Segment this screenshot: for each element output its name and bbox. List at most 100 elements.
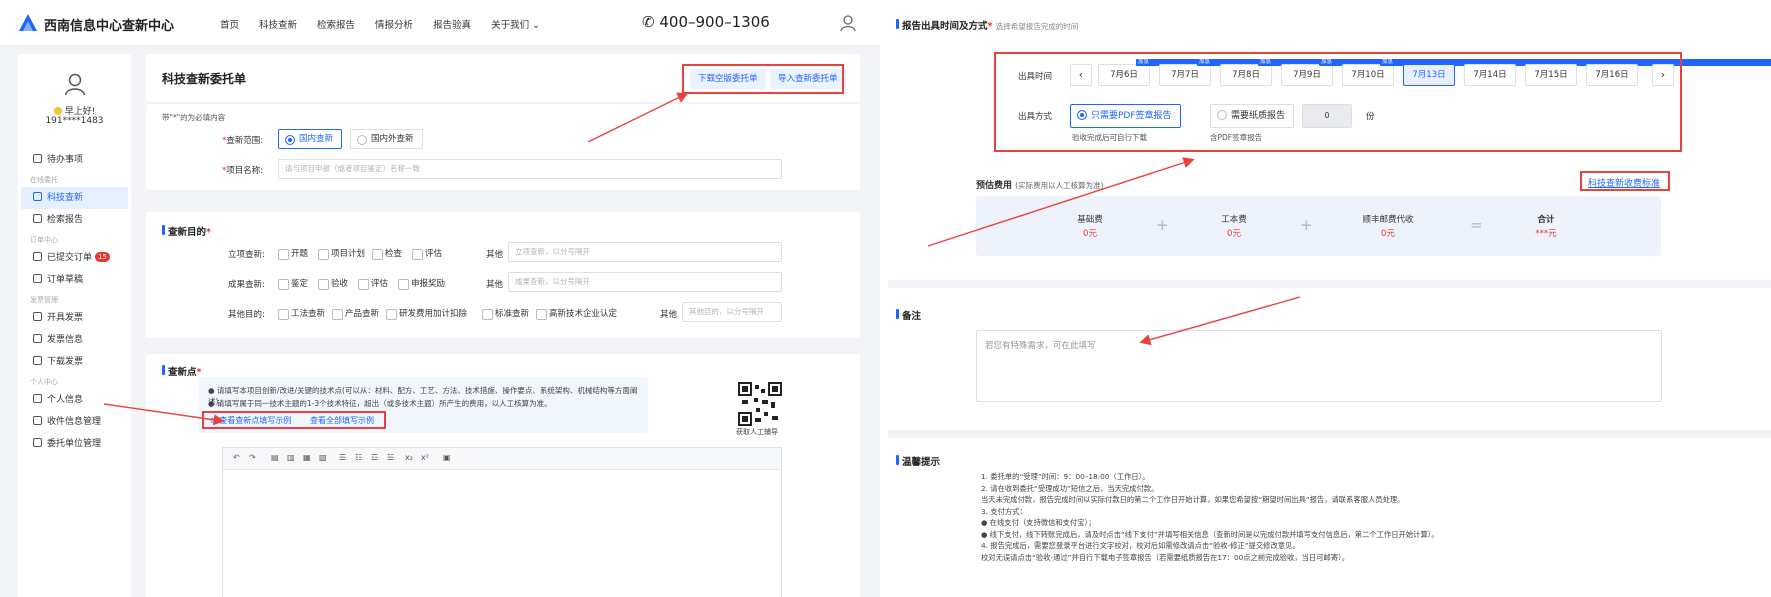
nav-retrieval[interactable]: 检索报告 — [317, 17, 355, 31]
right-screenshot-panel: 报告出具时间及方式* 选择希望报告完成的时间 出具时间 ‹ 7月6日 加急 7月7日… — [888, 0, 1771, 597]
purpose-row1-opt[interactable]: 检查 — [372, 248, 402, 260]
sidebar-item-download-invoice[interactable]: 下载发票 — [21, 351, 128, 373]
nav-home[interactable]: 首页 — [220, 17, 239, 31]
editor-toolbar: ↶ ↷ ▤ ▥ ▦ ▧ ☰ ☷ ☲ ☱ x₂ x² ▣ — [223, 448, 781, 470]
qr-caption: 获取人工辅导 — [736, 428, 778, 436]
ordered-list-icon[interactable]: ☰ — [339, 453, 346, 462]
fee-shipping-value: 0元 — [1381, 229, 1395, 239]
align-right-icon[interactable]: ▦ — [303, 453, 311, 462]
annotation-box — [1580, 171, 1670, 191]
sidebar-item-profile[interactable]: 个人信息 — [21, 389, 128, 411]
tip-line: 1. 委托单的“受理”时间：9：00–18:00（工作日）。 — [981, 472, 1150, 481]
purpose-row3-opt[interactable]: 研发费用加计扣除 — [386, 308, 467, 320]
menu-group-invoice: 发票管理 — [30, 296, 58, 304]
rich-text-editor[interactable]: ↶ ↷ ▤ ▥ ▦ ▧ ☰ ☷ ☲ ☱ x₂ x² ▣ — [222, 447, 782, 597]
page-title: 科技查新委托单 — [162, 72, 247, 86]
purpose-row1-opt[interactable]: 开题 — [278, 248, 308, 260]
scope-foreign-radio[interactable]: 国内外查新 — [350, 129, 423, 149]
report-time-card: 报告出具时间及方式* 选择希望报告完成的时间 出具时间 ‹ 7月6日 加急 7月7日… — [888, 0, 1771, 280]
purpose-row2-opt[interactable]: 鉴定 — [278, 278, 308, 290]
purpose-row2-other-input[interactable]: 成果查新，以分号隔开 — [508, 272, 782, 292]
profile-icon — [33, 394, 42, 403]
draft-icon — [33, 274, 42, 283]
sidebar-item-label: 待办事项 — [47, 155, 84, 165]
align-justify-icon[interactable]: ▧ — [319, 453, 327, 462]
indent-icon[interactable]: ☲ — [371, 453, 378, 462]
purpose-row2-opt[interactable]: 验收 — [318, 278, 348, 290]
nav-scitech[interactable]: 科技查新 — [259, 17, 297, 31]
todo-icon — [33, 154, 42, 163]
fee-work-name: 工本费 — [1221, 215, 1247, 225]
report-time-subtitle: 选择希望报告完成的时间 — [995, 22, 1079, 31]
align-left-icon[interactable]: ▤ — [271, 453, 279, 462]
scope-label-text: 查新范围: — [226, 136, 264, 146]
purpose-row3-opt[interactable]: 标准查新 — [482, 308, 529, 320]
plus-icon: + — [1300, 216, 1313, 234]
outdent-icon[interactable]: ☱ — [387, 453, 394, 462]
nav-about[interactable]: 关于我们 ⌄ — [491, 17, 540, 31]
annotation-box — [202, 411, 386, 429]
sidebar-item-address[interactable]: 收件信息管理 — [21, 411, 128, 433]
superscript-icon[interactable]: x² — [421, 453, 429, 462]
align-center-icon[interactable]: ▥ — [287, 453, 295, 462]
scope-domestic-radio[interactable]: 国内查新 — [278, 129, 343, 149]
sidebar-item-label: 发票信息 — [47, 335, 84, 345]
sidebar-item-label: 已提交订单 — [47, 253, 93, 263]
sidebar-item-scitech[interactable]: 科技查新 — [21, 187, 128, 209]
tip-line: 4. 报告完成后，需要您登录平台进行文字校对，校对后如需修改请点击“验收-修正”… — [981, 541, 1300, 550]
nav-verify[interactable]: 报告验真 — [433, 17, 471, 31]
sidebar-item-label: 个人信息 — [47, 395, 84, 405]
purpose-row3-other-input[interactable]: 其他目的，以分号隔开 — [682, 302, 782, 322]
undo-icon[interactable]: ↶ — [233, 453, 240, 462]
fee-title: 预估费用 (实际费用以人工核算为准) — [976, 178, 1104, 191]
sun-icon — [53, 107, 62, 115]
tip-line: ● 在线支付（支持微信和支付宝）； — [981, 518, 1096, 527]
annotation-box — [994, 52, 1682, 152]
purpose-row2-opt[interactable]: 评估 — [358, 278, 388, 290]
sidebar-item-submitted[interactable]: 已提交订单 15 — [21, 247, 128, 269]
purpose-row1-other-input[interactable]: 立项查新，以分号隔开 — [508, 242, 782, 262]
unordered-list-icon[interactable]: ☷ — [355, 453, 362, 462]
remark-placeholder: 若您有特殊需求，可在此填写 — [985, 341, 1096, 351]
image-icon[interactable]: ▣ — [443, 453, 451, 462]
sidebar-item-invoice-info[interactable]: 发票信息 — [21, 329, 128, 351]
purpose-row3-label: 其他目的: — [228, 310, 265, 320]
remark-textarea[interactable]: 若您有特殊需求，可在此填写 — [976, 330, 1662, 402]
purpose-row3-opt[interactable]: 高新技术企业认定 — [536, 308, 617, 320]
sidebar-item-drafts[interactable]: 订单草稿 — [21, 269, 128, 291]
submitted-count-badge: 15 — [95, 252, 110, 262]
left-screenshot-panel: 西南信息中心查新中心 首页 科技查新 检索报告 情报分析 报告验真 关于我们 ⌄… — [0, 0, 880, 597]
report-time-title: 报告出具时间及方式* 选择希望报告完成的时间 — [896, 18, 1078, 32]
purpose-row3-opt[interactable]: 工法查新 — [278, 308, 325, 320]
tip-line: 校对无误请点击“验收-通过”并自行下载电子签章报告（若需要纸质报告在17：00点… — [981, 552, 1350, 562]
sidebar-item-label: 订单草稿 — [47, 275, 84, 285]
required-note: 带"*"的为必填内容 — [162, 113, 226, 122]
order-icon — [33, 252, 42, 261]
subscript-icon[interactable]: x₂ — [405, 453, 413, 462]
menu-group-orders: 订单中心 — [30, 236, 58, 244]
purpose-row1-label: 立项查新: — [228, 250, 265, 260]
purpose-row3-opt[interactable]: 产品查新 — [332, 308, 379, 320]
sidebar-item-retrieval[interactable]: 检索报告 — [21, 209, 128, 231]
user-icon[interactable] — [840, 14, 856, 32]
sidebar-item-label: 检索报告 — [47, 215, 84, 225]
brand-name[interactable]: 西南信息中心查新中心 — [44, 15, 174, 34]
purpose-row2-opt[interactable]: 申报奖励 — [398, 278, 445, 290]
project-name-input[interactable]: 请与项目申报（或者项目鉴定）名称一致 — [278, 159, 782, 179]
purpose-row1-opt[interactable]: 项目计划 — [318, 248, 365, 260]
purpose-row1-opt[interactable]: 评估 — [412, 248, 442, 260]
sidebar-menu: 待办事项 在线委托 科技查新 检索报告 订单中心 已提交订单 15 订单草稿 发票… — [18, 149, 131, 455]
project-name-label-text: 项目名称: — [226, 166, 264, 176]
sidebar-item-entrust-unit[interactable]: 委托单位管理 — [21, 433, 128, 455]
tip-line: 当天未完成付款，报告完成时间以实际付款日的第二个工作日开始计算，如果您希望按“期… — [981, 495, 1405, 504]
tip-line: ● 线下支付，线下转账完成后，请及时点击“线下支付”并填写相关信息（查新时间是以… — [981, 529, 1439, 539]
invoice-icon — [33, 312, 42, 321]
sidebar-item-label: 收件信息管理 — [47, 417, 102, 427]
redo-icon[interactable]: ↷ — [249, 453, 256, 462]
sidebar-item-todo[interactable]: 待办事项 — [21, 149, 128, 171]
purpose-row2-other-label: 其他 — [486, 280, 504, 290]
nav-analysis[interactable]: 情报分析 — [375, 17, 413, 31]
sidebar-item-label: 科技查新 — [47, 193, 84, 203]
sidebar-item-issue-invoice[interactable]: 开具发票 — [21, 307, 128, 329]
avatar-icon — [64, 73, 86, 96]
